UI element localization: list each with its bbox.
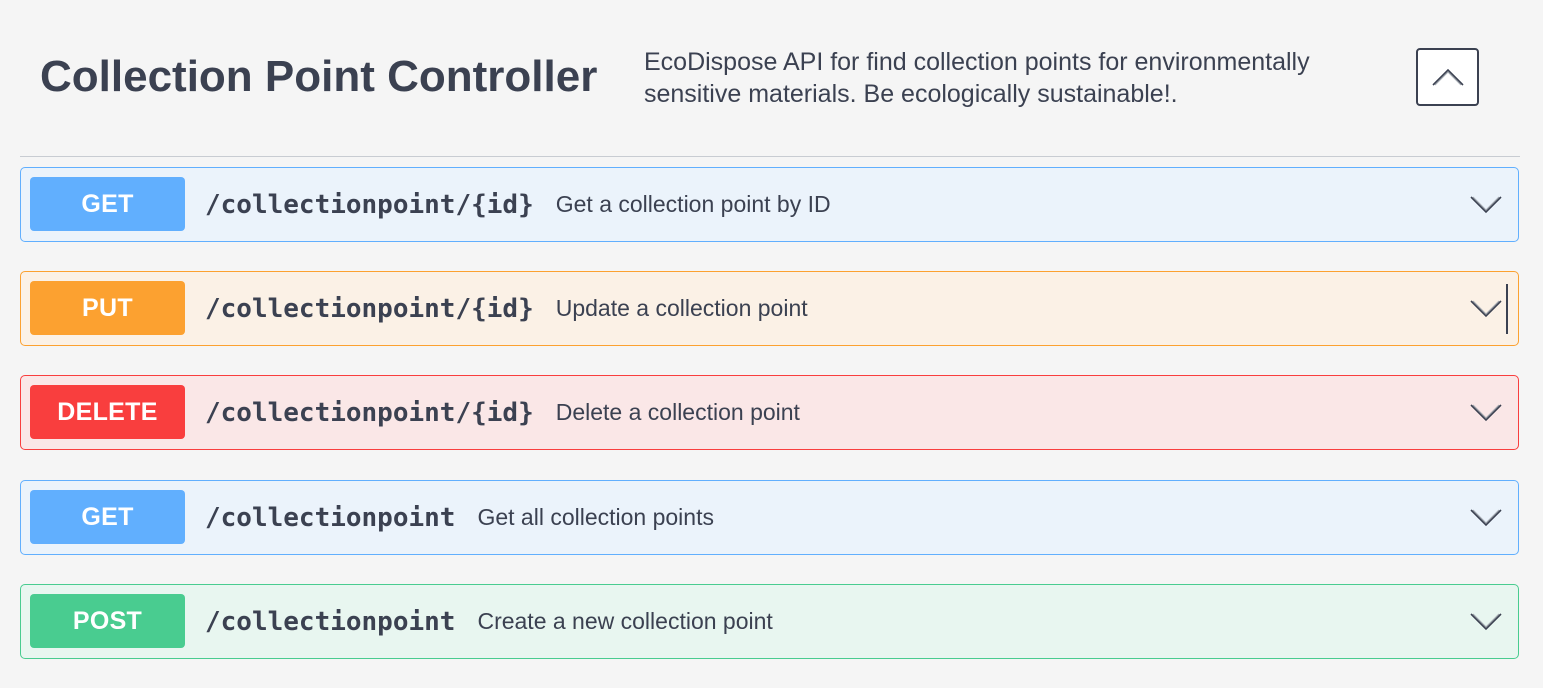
path-text: /collectionpoint bbox=[205, 502, 456, 533]
operation-summary: Create a new collection point bbox=[477, 608, 773, 634]
operation-path: /collectionpoint/{id} Delete a collectio… bbox=[205, 376, 800, 449]
text-cursor bbox=[1506, 284, 1508, 334]
operation-summary: Get a collection point by ID bbox=[555, 191, 831, 217]
operation-put-collectionpoint[interactable]: PUT /collectionpoint/{id} Update a colle… bbox=[20, 271, 1519, 346]
chevron-down-icon[interactable] bbox=[1468, 296, 1504, 320]
operation-path: /collectionpoint Create a new collection… bbox=[205, 585, 773, 658]
operation-path: /collectionpoint/{id} Update a collectio… bbox=[205, 272, 808, 345]
path-text: /collectionpoint/{id} bbox=[205, 397, 534, 428]
chevron-up-icon bbox=[1431, 68, 1464, 86]
operation-summary: Delete a collection point bbox=[555, 399, 800, 425]
section-description: EcoDispose API for find collection point… bbox=[644, 48, 1310, 108]
operation-delete-collectionpoint[interactable]: DELETE /collectionpoint/{id} Delete a co… bbox=[20, 375, 1519, 450]
operation-path: /collectionpoint/{id} Get a collection p… bbox=[205, 168, 831, 241]
method-badge: DELETE bbox=[30, 385, 185, 439]
path-text: /collectionpoint/{id} bbox=[205, 293, 534, 324]
method-badge: POST bbox=[30, 594, 185, 648]
chevron-down-icon[interactable] bbox=[1468, 192, 1504, 216]
operation-path: /collectionpoint Get all collection poin… bbox=[205, 481, 714, 554]
section-title[interactable]: Collection Point Controller bbox=[40, 52, 597, 102]
swagger-page: Collection Point Controller EcoDispose A… bbox=[0, 0, 1543, 688]
path-text: /collectionpoint/{id} bbox=[205, 189, 534, 220]
operation-get-all-collectionpoints[interactable]: GET /collectionpoint Get all collection … bbox=[20, 480, 1519, 555]
operation-summary: Update a collection point bbox=[555, 295, 808, 321]
method-badge: GET bbox=[30, 490, 185, 544]
path-text: /collectionpoint bbox=[205, 606, 456, 637]
method-badge: PUT bbox=[30, 281, 185, 335]
operation-get-collectionpoint-by-id[interactable]: GET /collectionpoint/{id} Get a collecti… bbox=[20, 167, 1519, 242]
chevron-down-icon[interactable] bbox=[1468, 400, 1504, 424]
collapse-section-button[interactable] bbox=[1416, 48, 1479, 106]
operation-post-collectionpoint[interactable]: POST /collectionpoint Create a new colle… bbox=[20, 584, 1519, 659]
operation-summary: Get all collection points bbox=[477, 504, 714, 530]
chevron-down-icon[interactable] bbox=[1468, 505, 1504, 529]
chevron-down-icon[interactable] bbox=[1468, 609, 1504, 633]
method-badge: GET bbox=[30, 177, 185, 231]
section-header[interactable]: Collection Point Controller EcoDispose A… bbox=[20, 0, 1520, 157]
